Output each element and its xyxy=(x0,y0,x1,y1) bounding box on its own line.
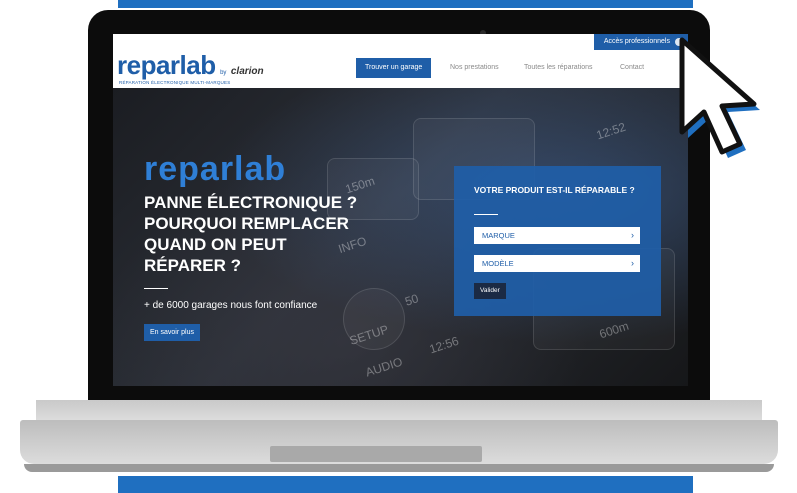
hero-subtitle: + de 6000 garages nous font confiance xyxy=(144,300,318,311)
find-garage-button[interactable]: Trouver un garage xyxy=(356,58,432,78)
laptop-screen: Accès professionnels reparlab by clarion… xyxy=(113,34,688,386)
frame-accent-top xyxy=(118,0,693,8)
laptop-base-bottom xyxy=(24,464,774,472)
chevron-right-icon: › xyxy=(631,230,634,240)
repair-check-form: VOTRE PRODUIT EST-IL RÉPARABLE ? MARQUE … xyxy=(454,166,661,316)
brand-select[interactable]: MARQUE › xyxy=(474,227,640,244)
nav-item-contact[interactable]: Contact xyxy=(620,58,644,78)
dashboard-label: 12:52 xyxy=(594,119,628,143)
nav-item-prestations[interactable]: Nos prestations xyxy=(450,58,499,78)
dashboard-label: 50 xyxy=(403,291,421,309)
hero-title-line: POURQUOI REMPLACER xyxy=(144,214,349,233)
logo-by: by xyxy=(220,70,227,76)
logo-tagline: RÉPARATION ÉLECTRONIQUE MULTI-MARQUES xyxy=(119,80,231,85)
brand-select-value: MARQUE xyxy=(482,231,515,240)
dashboard-label: AUDIO xyxy=(363,354,405,380)
learn-more-button[interactable]: En savoir plus xyxy=(144,324,200,341)
site-header: Accès professionnels reparlab by clarion… xyxy=(113,34,688,88)
model-select-value: MODÈLE xyxy=(482,259,514,268)
pro-access-label: Accès professionnels xyxy=(603,38,670,45)
hero-divider xyxy=(144,288,168,289)
hero-title-line: RÉPARER ? xyxy=(144,256,241,275)
frame-accent-bottom xyxy=(118,476,693,493)
form-divider xyxy=(474,214,498,215)
dashboard-label: 12:56 xyxy=(427,333,461,357)
nav-item-reparations[interactable]: Toutes les réparations xyxy=(524,58,592,78)
form-title: VOTRE PRODUIT EST-IL RÉPARABLE ? xyxy=(474,185,635,195)
hero-brand: reparlab xyxy=(144,150,287,188)
laptop-trackpad xyxy=(270,446,482,462)
logo-wordmark: reparlab xyxy=(117,50,216,80)
submit-button[interactable]: Valider xyxy=(474,283,506,299)
site-logo[interactable]: reparlab by clarion RÉPARATION ÉLECTRONI… xyxy=(117,50,264,85)
arrow-cursor-icon xyxy=(679,37,760,158)
hero-title: PANNE ÉLECTRONIQUE ? POURQUOI REMPLACER … xyxy=(144,192,404,276)
model-select[interactable]: MODÈLE › xyxy=(474,255,640,272)
logo-partner: clarion xyxy=(230,66,264,77)
hero-banner: INFO SETUP AUDIO 12:56 12:52 600m 150m 5… xyxy=(113,88,688,386)
chevron-right-icon: › xyxy=(631,258,634,268)
hero-title-line: QUAND ON PEUT xyxy=(144,235,287,254)
hero-title-line: PANNE ÉLECTRONIQUE ? xyxy=(144,193,358,212)
